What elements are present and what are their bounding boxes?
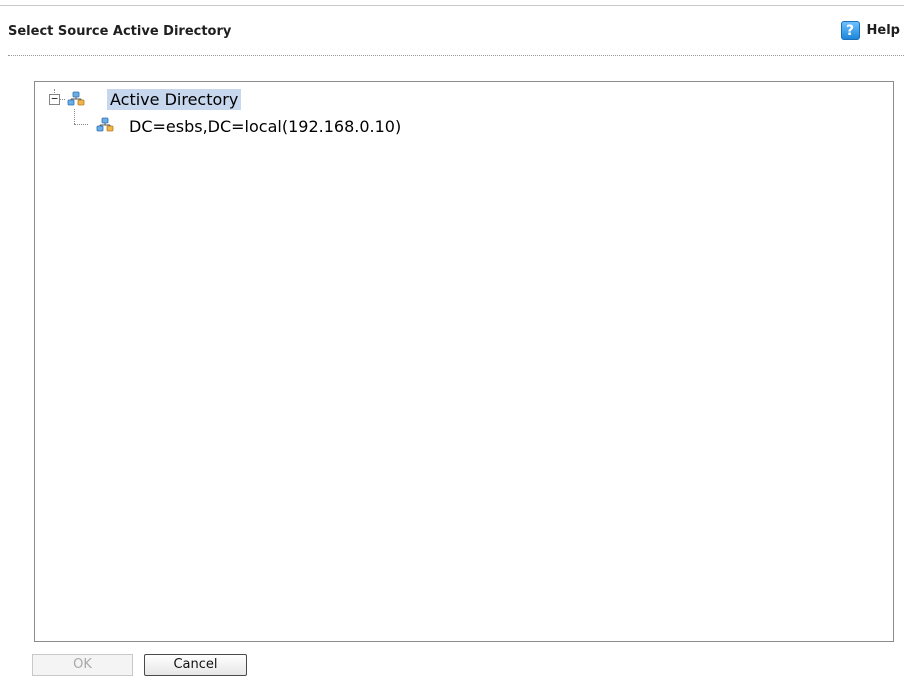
directory-network-icon — [67, 91, 85, 106]
tree-node-domain[interactable]: DC=esbs,DC=local(192.168.0.10) — [126, 116, 404, 137]
tree-guide-line — [74, 109, 75, 124]
ok-button[interactable]: OK — [32, 654, 133, 676]
tree-node-active-directory[interactable]: Active Directory — [107, 89, 242, 110]
cancel-button[interactable]: Cancel — [144, 654, 247, 676]
title-separator — [8, 55, 904, 56]
help-button[interactable]: ? Help — [840, 21, 900, 40]
tree-guide-line — [74, 124, 88, 125]
directory-tree[interactable]: − Active Directory DC=esbs,DC=local(192.… — [34, 81, 894, 642]
top-divider — [0, 5, 904, 6]
tree-guide-line — [60, 99, 65, 100]
help-label[interactable]: Help — [867, 23, 900, 38]
collapse-toggle-icon[interactable]: − — [49, 93, 60, 105]
directory-network-icon — [96, 117, 114, 132]
help-icon[interactable]: ? — [840, 21, 860, 40]
dialog-title: Select Source Active Directory — [8, 24, 232, 39]
